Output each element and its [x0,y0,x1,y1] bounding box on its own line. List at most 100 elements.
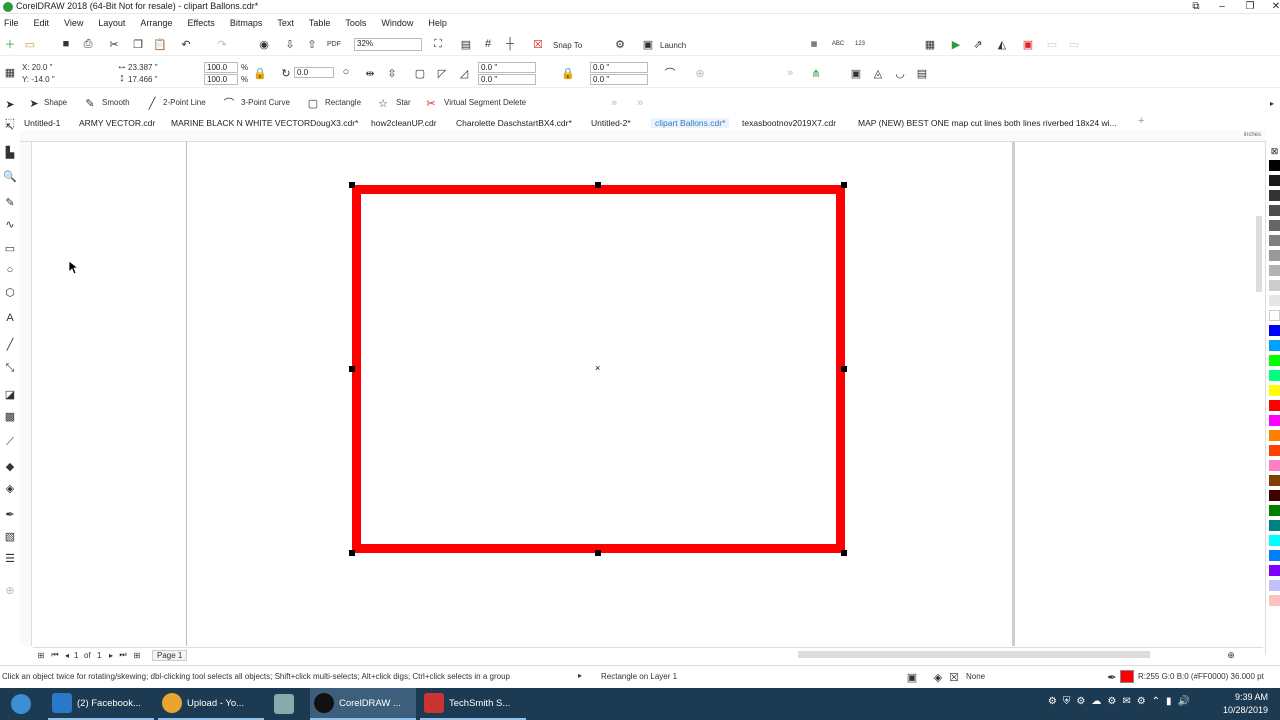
connector-tool-icon[interactable]: ⤡ [2,360,18,376]
y-position[interactable]: Y: -14.0 " [22,75,55,84]
tab-marine-black[interactable]: MARINE BLACK N WHITE VECTORDougX3.cdr* [171,118,358,128]
menu-edit[interactable]: Edit [34,18,50,28]
round-corner-icon[interactable]: ▢ [412,65,428,81]
no-color-swatch[interactable]: ⊠ [1269,146,1280,157]
calendar-icon[interactable]: ▦ [922,36,938,52]
clock-date[interactable]: 10/28/2019 [1223,705,1268,715]
macro-icon[interactable]: ⇗ [970,36,986,52]
scale-width-field[interactable]: 100.0 [204,62,238,73]
menu-window[interactable]: Window [381,18,413,28]
full-screen-preview-icon[interactable]: ▤ [458,36,474,52]
flyout-more-icon-2[interactable]: » [632,95,648,111]
palette-swatch[interactable] [1269,205,1280,216]
align-icon[interactable]: ☰ [2,550,18,566]
corner-radius-top-right[interactable]: 0.0 " [590,62,648,73]
menu-file[interactable]: File [4,18,19,28]
corner-radius-bottom-left[interactable]: 0.0 " [478,74,536,85]
interactive-fill-icon[interactable]: ◆ [2,458,18,474]
paste-icon[interactable]: 📋 [152,36,168,52]
spell-check-icon[interactable]: ABC [830,36,846,52]
palette-swatch[interactable] [1269,415,1280,426]
scale-height-field[interactable]: 100.0 [204,74,238,85]
palette-swatch[interactable] [1269,160,1280,171]
zoom-level-field[interactable]: 32% [354,38,422,51]
run-script-icon[interactable]: ▶ [948,36,964,52]
x-position[interactable]: X: 20.0 " [22,63,52,72]
selection-handle-top-right[interactable] [841,182,847,188]
menu-bitmaps[interactable]: Bitmaps [230,18,263,28]
crop-tool-icon[interactable]: ▙ [2,144,18,160]
mirror-vertical-icon[interactable]: ⇳ [384,65,400,81]
rotation-field[interactable]: 0.0 [294,67,334,78]
taskbar-item-upload[interactable]: Upload - Yo... [158,688,264,720]
more-options-icon[interactable]: » [782,65,798,81]
launch-icon[interactable]: ▣ [640,36,656,52]
palette-swatch[interactable] [1269,460,1280,471]
show-guidelines-icon[interactable]: ┼ [502,36,518,52]
freehand-tool-icon[interactable]: ✎ [2,194,18,210]
flyout-more-icon[interactable]: » [606,95,622,111]
undo-icon[interactable]: ↶ [178,36,194,52]
menu-effects[interactable]: Effects [187,18,214,28]
zoom-tool-icon[interactable]: 🔍 [2,168,18,184]
virtual-segment-delete-button[interactable]: Virtual Segment Delete [444,98,526,107]
add-icon[interactable]: ⊕ [692,65,708,81]
transparency-icon[interactable]: ▩ [2,408,18,424]
palette-swatch[interactable] [1269,400,1280,411]
publish-pdf-icon[interactable]: PDF [326,36,342,52]
zoom-navigator-icon[interactable]: ⊕ [1223,647,1239,663]
palette-swatch[interactable] [1269,595,1280,606]
menu-arrange[interactable]: Arrange [140,18,172,28]
new-document-icon[interactable]: ＋ [2,36,18,52]
layers-icon[interactable]: ▣ [1020,36,1036,52]
palette-swatch[interactable] [1269,535,1280,546]
two-point-line-button[interactable]: 2-Point Line [163,98,206,107]
palette-swatch[interactable] [1269,220,1280,231]
tab-clipart-ballons[interactable]: clipart Ballons.cdr* [651,118,730,128]
outline-color-swatch[interactable] [1120,670,1134,683]
palette-swatch[interactable] [1269,565,1280,576]
star-tool-button[interactable]: Star [396,98,411,107]
palette-swatch[interactable] [1269,310,1280,321]
mirror-horizontal-icon[interactable]: ⇹ [362,65,378,81]
tab-how2cleanup[interactable]: how2cleanUP.cdr [371,118,437,128]
rectangle-tool-icon[interactable]: ▭ [2,240,18,256]
pick-tool-icon[interactable]: ➤ [2,96,18,112]
selection-handle-bottom[interactable] [595,550,601,556]
smooth-tool-button[interactable]: Smooth [102,98,130,107]
add-tool-icon[interactable]: ⊕ [2,582,18,598]
palette-swatch[interactable] [1269,175,1280,186]
to-back-icon[interactable]: ◬ [870,65,886,81]
color-proofing-icon[interactable]: ▣ [904,669,920,685]
taskbar-item-techsmith[interactable]: TechSmith S... [420,688,526,720]
start-button[interactable] [4,688,38,720]
shape-tool-button[interactable]: Shape [44,98,67,107]
minimize-button[interactable]: – [1208,0,1236,14]
smart-fill-icon[interactable]: ◈ [2,480,18,496]
tab-texasboot[interactable]: texasbootnov2019X7.cdr [742,118,836,128]
pick-tool-icon-small[interactable]: ⬚ [2,116,18,129]
palette-swatch[interactable] [1269,445,1280,456]
menu-layout[interactable]: Layout [98,18,125,28]
selection-handle-bottom-right[interactable] [841,550,847,556]
launch-dropdown[interactable]: Launch [660,41,686,50]
redo-icon[interactable]: ↷ [214,36,230,52]
object-height[interactable]: 17.466 " [128,75,158,84]
fill-icon[interactable]: ▧ [2,528,18,544]
tab-untitled-1[interactable]: Untitled-1 [24,118,60,128]
search-content-icon[interactable]: ◉ [256,36,272,52]
prev-page-icon[interactable]: ◂ [59,647,75,663]
show-grid-icon[interactable]: # [480,36,496,52]
parallel-dimension-icon[interactable]: ╱ [2,336,18,352]
tab-charolette[interactable]: Charolette DaschstartBX4.cdr* [456,118,572,128]
object-origin-icon[interactable]: ▦ [2,64,18,80]
selection-handle-left[interactable] [349,366,355,372]
save-icon[interactable]: ■ [58,36,74,52]
wrap-text-icon[interactable]: ⋔ [808,65,824,81]
taskbar-item-facebook[interactable]: (2) Facebook... [48,688,154,720]
palette-swatch[interactable] [1269,190,1280,201]
disabled-icon-2[interactable]: ▭ [1066,36,1082,52]
vertical-ruler[interactable] [20,142,32,646]
drop-shadow-icon[interactable]: ◪ [2,386,18,402]
object-width[interactable]: 23.387 " [128,63,158,72]
